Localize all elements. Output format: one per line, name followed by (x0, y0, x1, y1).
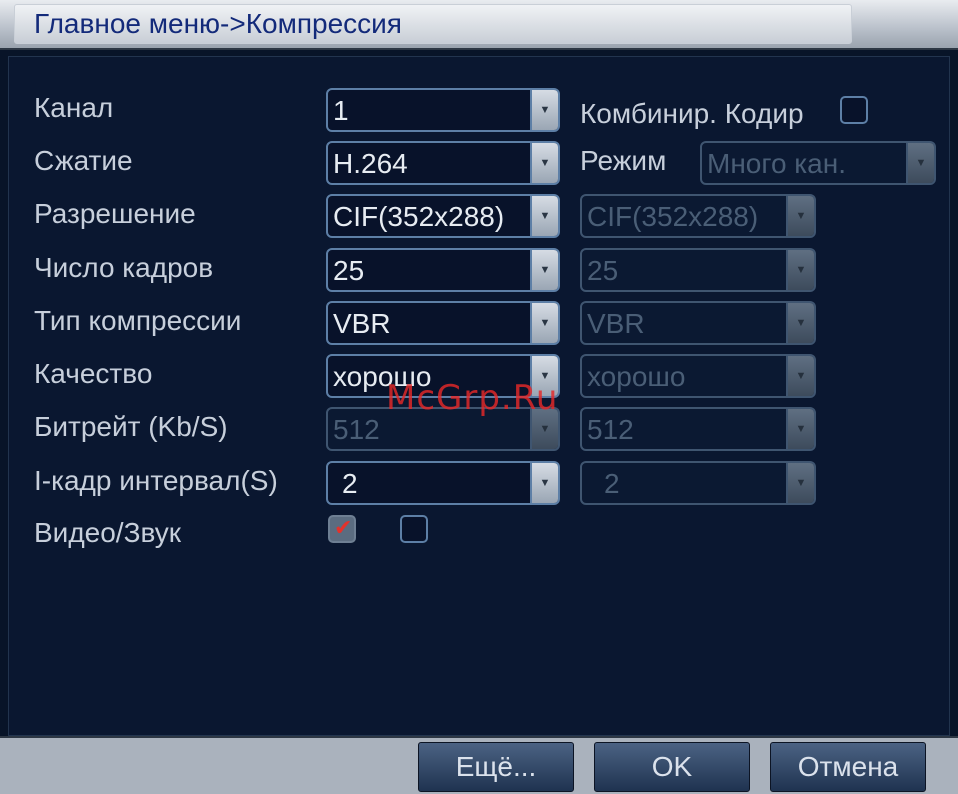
framerate-value: 25 (333, 255, 365, 286)
extra-iframe-interval-select: 2 ▼ (580, 461, 816, 505)
quality-label: Качество (34, 358, 153, 389)
extra-framerate-value: 25 (587, 255, 619, 286)
iframe-interval-value: 2 (342, 468, 358, 499)
chevron-down-icon: ▼ (786, 356, 814, 396)
bitrate-type-label: Тип компрессии (34, 305, 242, 336)
extra-quality-value: хорошо (587, 361, 686, 392)
bitrate-value: 512 (333, 414, 380, 445)
compression-select[interactable]: H.264 ▼ (326, 141, 560, 185)
bitrate-label: Битрейт (Kb/S) (34, 411, 228, 442)
extra-iframe-interval-value: 2 (604, 468, 620, 499)
ok-button[interactable]: OK (594, 742, 750, 792)
chevron-down-icon: ▼ (786, 196, 814, 236)
extra-bitrate-type-select: VBR ▼ (580, 301, 816, 345)
chevron-down-icon: ▼ (530, 463, 558, 503)
channel-value: 1 (333, 95, 349, 126)
chevron-down-icon: ▼ (530, 303, 558, 343)
chevron-down-icon: ▼ (530, 196, 558, 236)
video-audio-main-checkbox[interactable]: ✔ (328, 515, 356, 543)
extra-quality-select: хорошо ▼ (580, 354, 816, 398)
chevron-down-icon: ▼ (906, 143, 934, 183)
resolution-label: Разрешение (34, 198, 196, 229)
extra-bitrate-type-value: VBR (587, 308, 645, 339)
title-bar: Главное меню->Компрессия (0, 0, 958, 50)
watermark: McGrp.Ru (386, 378, 559, 418)
extra-framerate-select: 25 ▼ (580, 248, 816, 292)
extra-bitrate-select: 512 ▼ (580, 407, 816, 451)
checkmark-icon: ✔ (334, 515, 353, 540)
combined-encoding-checkbox[interactable] (840, 96, 868, 124)
iframe-interval-label: I-кадр интервал(S) (34, 465, 278, 496)
chevron-down-icon: ▼ (786, 463, 814, 503)
mode-label: Режим (580, 145, 667, 176)
chevron-down-icon: ▼ (786, 409, 814, 449)
resolution-select[interactable]: CIF(352x288) ▼ (326, 194, 560, 238)
more-button[interactable]: Ещё... (418, 742, 574, 792)
video-audio-extra-checkbox[interactable] (400, 515, 428, 543)
cancel-button[interactable]: Отмена (770, 742, 926, 792)
extra-bitrate-value: 512 (587, 414, 634, 445)
chevron-down-icon: ▼ (530, 250, 558, 290)
button-bar: Ещё... OK Отмена (0, 736, 958, 794)
bitrate-type-value: VBR (333, 308, 391, 339)
extra-resolution-value: CIF(352x288) (587, 201, 759, 232)
mode-value: Много кан. (707, 148, 846, 179)
framerate-select[interactable]: 25 ▼ (326, 248, 560, 292)
bitrate-type-select[interactable]: VBR ▼ (326, 301, 560, 345)
chevron-down-icon: ▼ (530, 90, 558, 130)
mode-select: Много кан. ▼ (700, 141, 936, 185)
chevron-down-icon: ▼ (530, 143, 558, 183)
combined-encoding-label: Комбинир. Кодир (580, 98, 804, 129)
framerate-label: Число кадров (34, 252, 214, 283)
chevron-down-icon: ▼ (786, 250, 814, 290)
chevron-down-icon: ▼ (786, 303, 814, 343)
video-audio-label: Видео/Звук (34, 517, 181, 548)
compression-label: Сжатие (34, 145, 133, 176)
channel-label: Канал (34, 92, 114, 123)
page-title: Главное меню->Компрессия (34, 8, 402, 39)
compression-value: H.264 (333, 148, 408, 179)
resolution-value: CIF(352x288) (333, 201, 505, 232)
iframe-interval-select[interactable]: 2 ▼ (326, 461, 560, 505)
channel-select[interactable]: 1 ▼ (326, 88, 560, 132)
extra-resolution-select: CIF(352x288) ▼ (580, 194, 816, 238)
